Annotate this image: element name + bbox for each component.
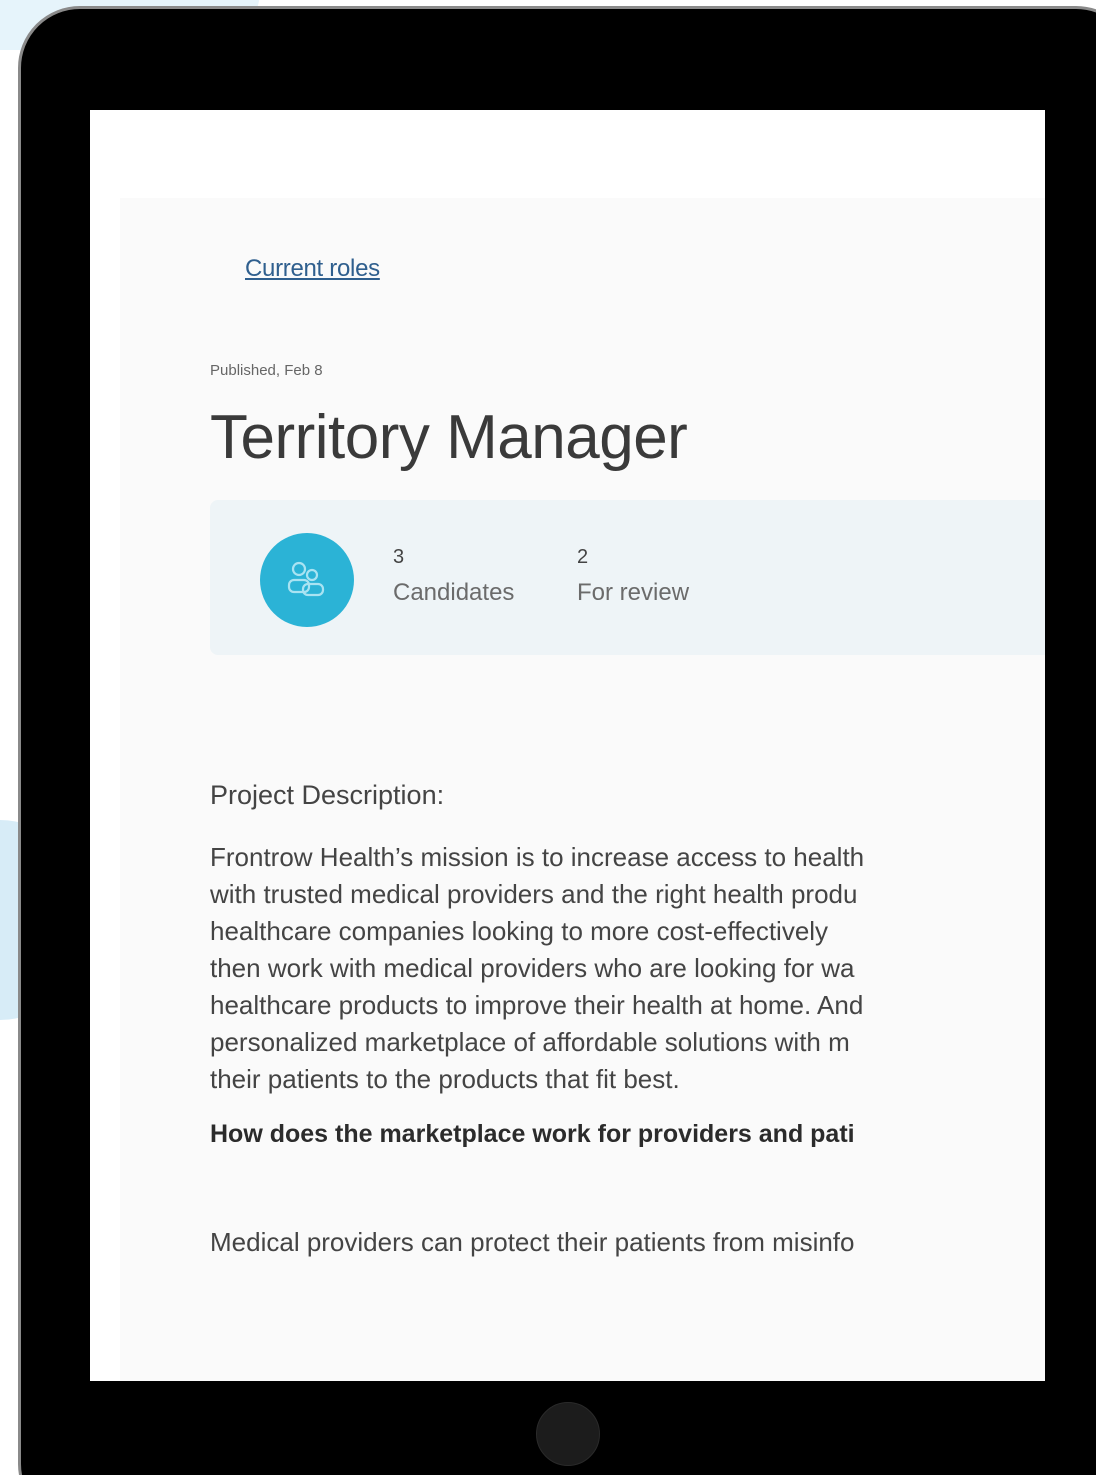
marketplace-subheading: How does the marketplace work for provid… xyxy=(210,1120,855,1148)
paragraph-line: healthcare companies looking to more cos… xyxy=(210,916,829,946)
current-roles-link[interactable]: Current roles xyxy=(245,255,380,283)
for-review-count: 2 xyxy=(577,546,589,568)
paragraph-line: healthcare products to improve their hea… xyxy=(210,990,864,1020)
paragraph-line: their patients to the products that fit … xyxy=(210,1064,680,1094)
users-icon-glyph xyxy=(287,561,325,597)
home-button[interactable] xyxy=(536,1402,600,1466)
candidates-count: 3 xyxy=(393,546,405,568)
stat-for-review[interactable]: 2 For review xyxy=(577,546,689,607)
paragraph-line: with trusted medical providers and the r… xyxy=(210,879,858,909)
paragraph-line: Frontrow Health’s mission is to increase… xyxy=(210,842,865,872)
project-description: Project Description: Frontrow Health’s m… xyxy=(210,780,1045,1258)
providers-paragraph: Medical providers can protect their pati… xyxy=(210,1227,855,1257)
users-icon xyxy=(260,533,354,627)
tablet-screen: Current roles Published, Feb 8 Territory… xyxy=(90,110,1045,1381)
for-review-label: For review xyxy=(577,579,690,606)
published-date: Published, Feb 8 xyxy=(210,362,323,379)
section-heading: Project Description: xyxy=(210,780,445,810)
paragraph-line: personalized marketplace of affordable s… xyxy=(210,1027,850,1057)
candidates-label: Candidates xyxy=(393,579,515,606)
paragraph-line: then work with medical providers who are… xyxy=(210,953,855,983)
page-title: Territory Manager xyxy=(210,403,688,472)
description-paragraph: Frontrow Health’s mission is to increase… xyxy=(210,839,1045,1098)
stats-card: 3 Candidates 2 For review xyxy=(210,500,1045,655)
stat-candidates[interactable]: 3 Candidates xyxy=(393,546,514,607)
page: Current roles Published, Feb 8 Territory… xyxy=(0,0,1096,1475)
